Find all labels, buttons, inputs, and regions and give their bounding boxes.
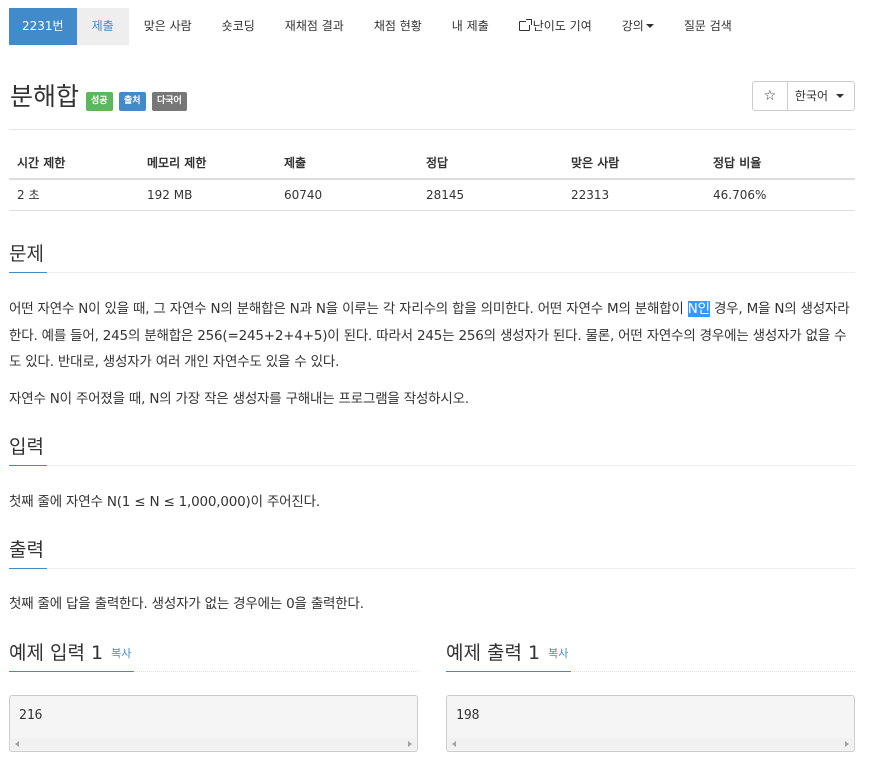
caret-down-icon (836, 94, 844, 98)
output-heading: 출력 (9, 533, 47, 569)
multilang-badge: 다국어 (152, 92, 187, 111)
horizontal-scrollbar[interactable] (448, 738, 853, 750)
horizontal-scrollbar[interactable] (11, 738, 416, 750)
external-link-icon (518, 19, 532, 31)
language-select[interactable]: 한국어 (788, 82, 854, 110)
sample-input-header: 예제 입력 1 복사 (9, 636, 418, 672)
sample-input-box[interactable]: 216 (9, 695, 418, 752)
problem-title-row: 분해합 성공 출처 다국어 ☆ 한국어 (9, 80, 855, 120)
nav-problem-number[interactable]: 2231번 (9, 8, 77, 45)
problem-heading: 문제 (9, 237, 47, 273)
nav-lectures-dropdown[interactable]: 강의 (607, 8, 669, 45)
header-time-limit: 시간 제한 (9, 146, 139, 180)
problem-section-header: 문제 (9, 237, 855, 273)
problem-text-before: 어떤 자연수 N이 있을 때, 그 자연수 N의 분해합은 N과 N을 이루는 … (9, 301, 688, 317)
header-memory-limit: 메모리 제한 (139, 146, 276, 180)
selected-text: N인 (687, 301, 710, 317)
input-heading: 입력 (9, 430, 47, 466)
sample-input-heading: 예제 입력 1 복사 (9, 636, 135, 672)
sample-output-value: 198 (456, 708, 480, 723)
title-divider (9, 129, 855, 130)
sample-output-heading: 예제 출력 1 복사 (446, 636, 572, 672)
problem-task: 자연수 N이 주어졌을 때, N의 가장 작은 생성자를 구해내는 프로그램을 … (9, 391, 469, 407)
nav-rejudge-results[interactable]: 재채점 결과 (270, 8, 359, 45)
output-description: 첫째 줄에 답을 출력한다. 생성자가 없는 경우에는 0을 출력한다. (9, 596, 364, 612)
sample-output-title: 예제 출력 1 (446, 642, 541, 664)
scroll-right-icon[interactable] (408, 741, 412, 747)
submissions-value: 60740 (276, 179, 418, 211)
header-submissions: 제출 (276, 146, 418, 180)
nav-lectures-label: 강의 (621, 19, 644, 33)
problem-actions: ☆ 한국어 (751, 81, 855, 111)
problem-description: 어떤 자연수 N이 있을 때, 그 자연수 N의 분해합은 N과 N을 이루는 … (9, 296, 855, 376)
nav-short-coding[interactable]: 숏코딩 (207, 8, 270, 45)
scroll-right-icon[interactable] (845, 741, 849, 747)
language-label: 한국어 (794, 89, 828, 103)
sample-input-title: 예제 입력 1 (9, 642, 104, 664)
nav-judge-status[interactable]: 채점 현황 (359, 8, 437, 45)
copy-output-button[interactable]: 복사 (548, 647, 568, 660)
copy-input-button[interactable]: 복사 (111, 647, 131, 660)
nav-accepted-users[interactable]: 맞은 사람 (129, 8, 207, 45)
table-row: 2 초 192 MB 60740 28145 22313 46.706% (9, 179, 855, 211)
problem-info-table: 시간 제한 메모리 제한 제출 정답 맞은 사람 정답 비율 2 초 192 M… (9, 146, 855, 211)
page-title: 분해합 (10, 82, 80, 111)
header-accepted-users: 맞은 사람 (563, 146, 705, 180)
scroll-left-icon[interactable] (15, 741, 19, 747)
accepted-value: 28145 (418, 179, 563, 211)
nav-difficulty-contribution[interactable]: 난이도 기여 (504, 8, 607, 45)
input-section-header: 입력 (9, 430, 855, 466)
input-description: 첫째 줄에 자연수 N(1 ≤ N ≤ 1,000,000)이 주어진다. (9, 494, 320, 510)
time-limit-value: 2 초 (9, 179, 139, 211)
source-badge[interactable]: 출처 (119, 92, 146, 111)
success-badge: 성공 (86, 92, 113, 111)
nav-question-search[interactable]: 질문 검색 (669, 8, 747, 45)
memory-limit-value: 192 MB (139, 179, 276, 211)
sample-output-box[interactable]: 198 (446, 695, 855, 752)
star-icon[interactable]: ☆ (753, 82, 788, 110)
header-accepted: 정답 (418, 146, 563, 180)
nav-difficulty-label: 난이도 기여 (532, 19, 592, 33)
nav-my-submissions[interactable]: 내 제출 (437, 8, 504, 45)
accepted-users-value: 22313 (563, 179, 705, 211)
caret-down-icon (645, 24, 654, 28)
sample-input-value: 216 (19, 708, 43, 723)
accept-ratio-value: 46.706% (705, 179, 855, 211)
nav-submit[interactable]: 제출 (76, 8, 129, 45)
scroll-left-icon[interactable] (452, 741, 456, 747)
table-header-row: 시간 제한 메모리 제한 제출 정답 맞은 사람 정답 비율 (9, 146, 855, 180)
sample-output-header: 예제 출력 1 복사 (446, 636, 855, 672)
problem-nav: 2231번 제출 맞은 사람 숏코딩 재채점 결과 채점 현황 내 제출 난이도… (9, 8, 747, 45)
output-section-header: 출력 (9, 533, 855, 569)
header-accept-ratio: 정답 비율 (705, 146, 855, 180)
